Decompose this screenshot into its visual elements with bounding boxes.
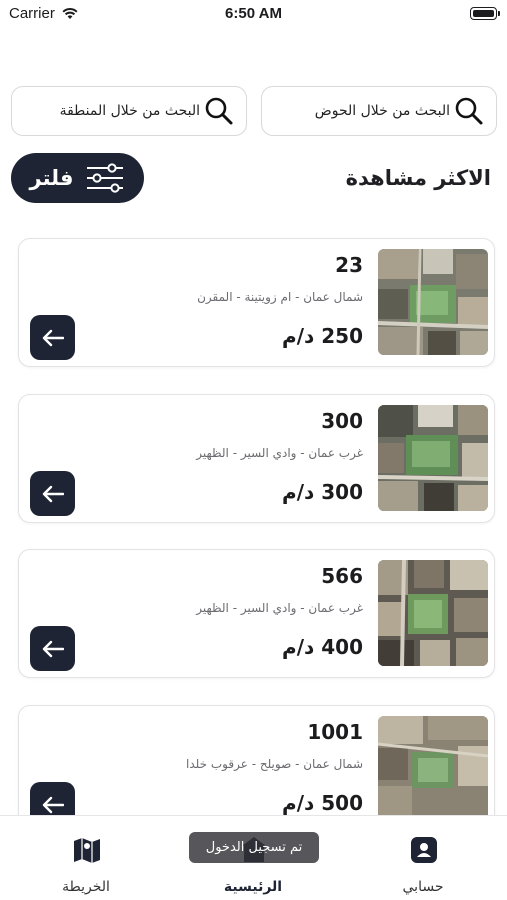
section-title: الاكثر مشاهدة [345, 166, 491, 190]
plot-number: 300 [321, 409, 363, 433]
arrow-left-icon [42, 329, 64, 346]
search-by-area-field[interactable]: البحث من خلال المنطقة [11, 86, 247, 136]
sliders-icon [87, 163, 124, 193]
arrow-left-icon [42, 485, 64, 502]
listing-card[interactable]: 300 غرب عمان - وادي السير - الظهير 300 د… [18, 394, 495, 523]
battery-icon [470, 7, 500, 20]
plot-price: 250 د/م [282, 324, 363, 348]
tab-account[interactable]: حسابي [363, 816, 483, 900]
tab-map-label: الخريطة [62, 879, 110, 895]
plot-number: 23 [335, 253, 363, 277]
listing-card[interactable]: 23 شمال عمان - ام زويتينة - المقرن 250 د… [18, 238, 495, 367]
user-icon [411, 837, 437, 863]
plot-location: غرب عمان - وادي السير - الظهير [196, 601, 363, 615]
satellite-thumbnail [378, 249, 488, 355]
map-icon [74, 838, 100, 863]
plot-price: 300 د/م [282, 480, 363, 504]
arrow-left-icon [42, 796, 64, 813]
open-listing-button[interactable] [30, 626, 75, 671]
search-by-basin-label: البحث من خلال الحوض [314, 103, 450, 119]
search-icon [452, 94, 486, 128]
open-listing-button[interactable] [30, 315, 75, 360]
satellite-thumbnail [378, 560, 488, 666]
search-by-basin-field[interactable]: البحث من خلال الحوض [261, 86, 497, 136]
search-by-area-label: البحث من خلال المنطقة [59, 103, 200, 119]
plot-location: شمال عمان - ام زويتينة - المقرن [197, 290, 363, 304]
clock: 6:50 AM [225, 5, 282, 22]
tab-account-label: حسابي [402, 879, 444, 895]
tab-map[interactable]: الخريطة [26, 816, 146, 900]
plot-price: 400 د/م [282, 635, 363, 659]
satellite-thumbnail [378, 405, 488, 511]
plot-price: 500 د/م [282, 791, 363, 815]
filter-button[interactable]: فلتر [11, 153, 144, 203]
search-icon [202, 94, 236, 128]
filter-label: فلتر [29, 166, 74, 190]
open-listing-button[interactable] [30, 471, 75, 516]
plot-location: شمال عمان - صويلح - عرقوب خلدا [186, 757, 363, 771]
listing-card[interactable]: 566 غرب عمان - وادي السير - الظهير 400 د… [18, 549, 495, 678]
plot-location: غرب عمان - وادي السير - الظهير [196, 446, 363, 460]
plot-number: 1001 [307, 720, 363, 744]
satellite-thumbnail [378, 716, 488, 822]
toast-notification: تم تسجيل الدخول [189, 832, 319, 863]
arrow-left-icon [42, 640, 64, 657]
tab-home-label: الرئيسية [223, 879, 283, 895]
status-bar: Carrier 6:50 AM [0, 0, 507, 30]
plot-number: 566 [321, 564, 363, 588]
